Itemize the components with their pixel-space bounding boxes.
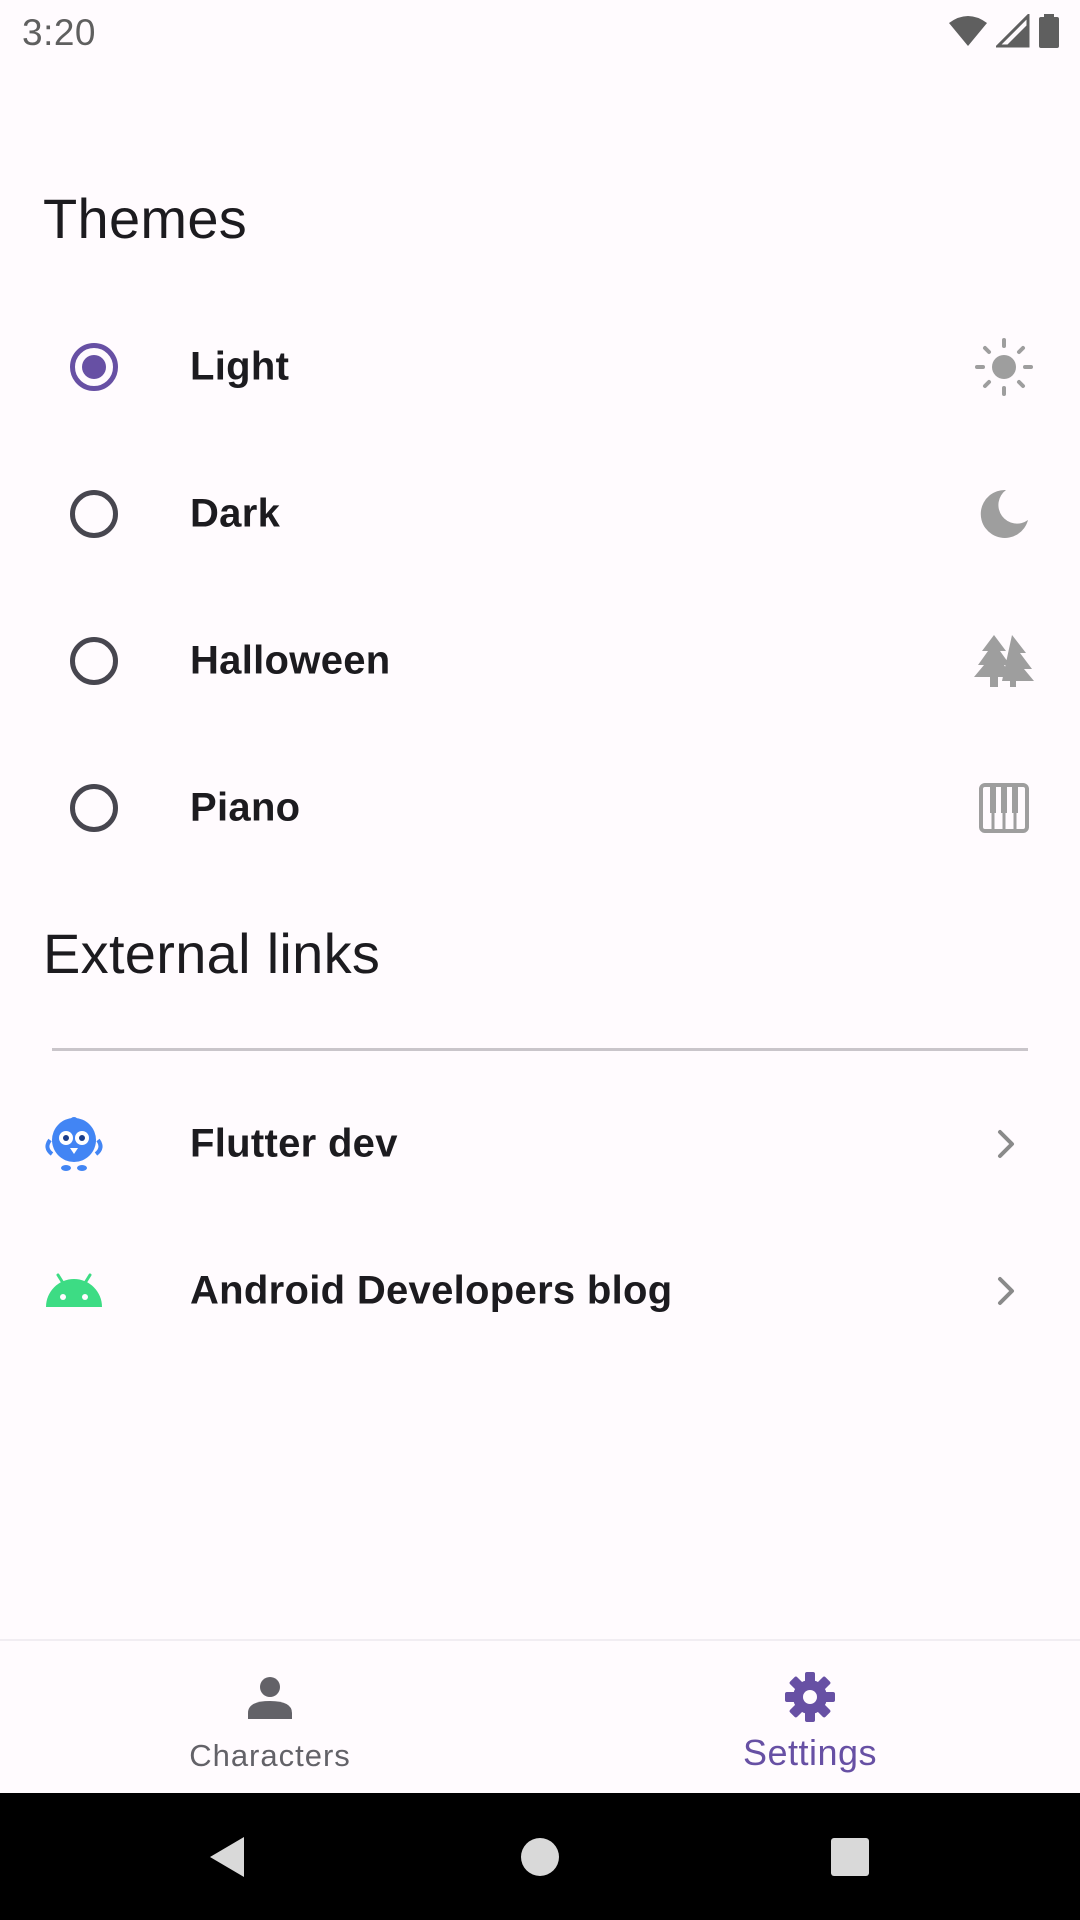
radio-button[interactable] <box>70 783 118 832</box>
link-android-developers-blog[interactable]: Android Developers blog <box>0 1217 1080 1364</box>
external-links-section-title: External links <box>43 922 381 985</box>
theme-label: Light <box>190 344 290 388</box>
theme-option-dark[interactable]: Dark <box>0 440 1080 587</box>
nav-label: Characters <box>189 1738 351 1773</box>
theme-label: Halloween <box>190 638 391 682</box>
moon-icon <box>972 482 1036 546</box>
radio-button-selected[interactable] <box>70 342 118 391</box>
bottom-navigation: Characters Settings <box>0 1639 1080 1795</box>
battery-icon <box>1038 14 1060 53</box>
divider <box>52 1048 1028 1051</box>
settings-screen: 3:20 Themes Light Dark Halloween Piano E… <box>0 0 1080 1920</box>
radio-button[interactable] <box>70 489 118 538</box>
sun-icon <box>972 335 1036 399</box>
theme-option-halloween[interactable]: Halloween <box>0 587 1080 734</box>
status-time: 3:20 <box>22 12 97 53</box>
link-flutter-dev[interactable]: Flutter dev <box>0 1070 1080 1217</box>
nav-label: Settings <box>742 1732 878 1773</box>
chevron-right-icon <box>998 1129 1014 1158</box>
chevron-right-icon <box>998 1276 1014 1305</box>
trees-icon <box>972 629 1036 693</box>
home-icon[interactable] <box>510 1827 570 1887</box>
piano-icon <box>972 776 1036 840</box>
gear-icon <box>782 1669 838 1725</box>
theme-label: Dark <box>190 491 281 535</box>
back-icon[interactable] <box>196 1827 256 1887</box>
person-icon <box>242 1669 298 1725</box>
recents-icon[interactable] <box>820 1827 880 1887</box>
theme-option-light[interactable]: Light <box>0 293 1080 440</box>
status-bar: 3:20 <box>0 0 1080 64</box>
radio-button[interactable] <box>70 636 118 685</box>
dash-mascot-icon <box>42 1112 106 1176</box>
themes-section-title: Themes <box>43 187 248 250</box>
nav-item-characters[interactable]: Characters <box>0 1641 540 1795</box>
theme-option-piano[interactable]: Piano <box>0 734 1080 881</box>
system-navigation-bar <box>0 1793 1080 1920</box>
status-icons <box>948 12 1060 53</box>
link-label: Flutter dev <box>190 1121 398 1165</box>
nav-item-settings[interactable]: Settings <box>540 1641 1080 1795</box>
signal-icon <box>994 12 1030 53</box>
wifi-icon <box>948 14 988 53</box>
android-icon <box>42 1259 106 1323</box>
theme-label: Piano <box>190 785 301 829</box>
link-label: Android Developers blog <box>190 1268 673 1312</box>
